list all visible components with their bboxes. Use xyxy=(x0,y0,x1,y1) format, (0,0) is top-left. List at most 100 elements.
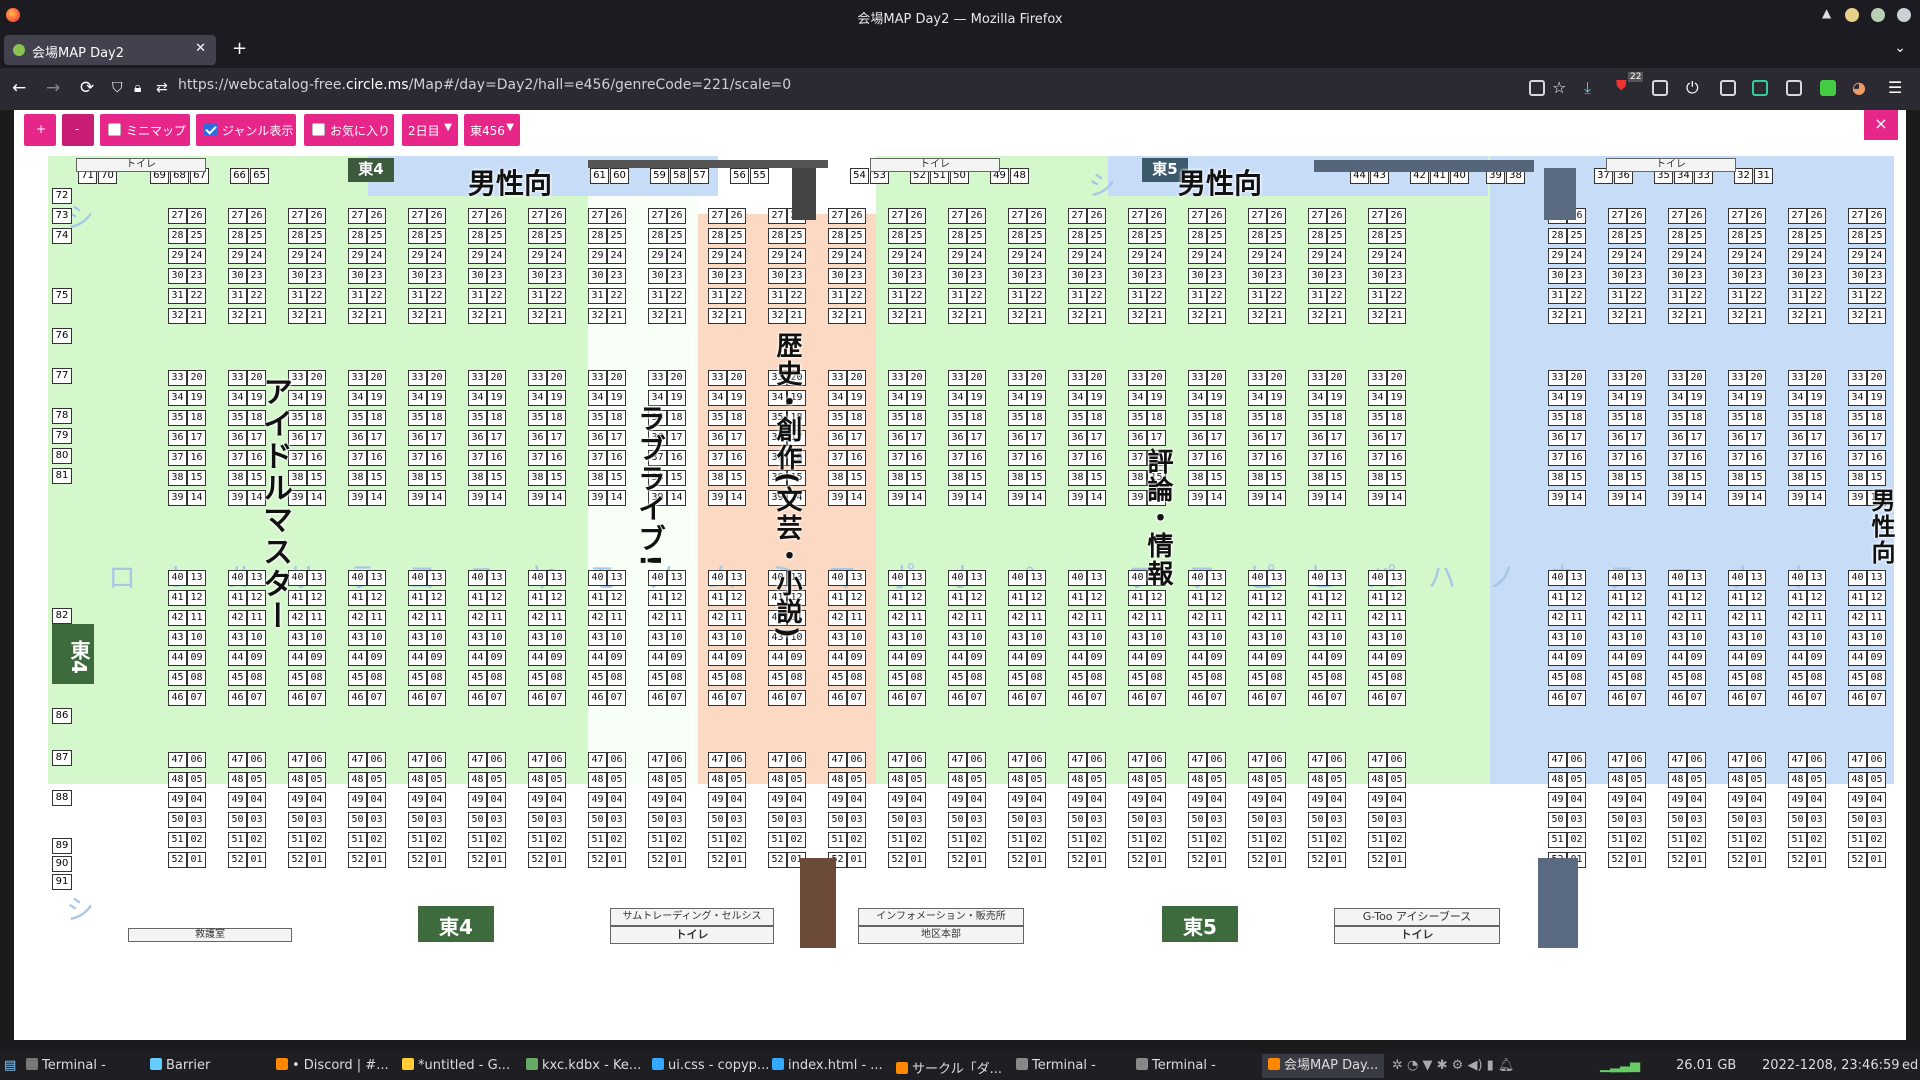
circle-space[interactable]: 06 xyxy=(967,752,986,768)
new-tab-button[interactable]: + xyxy=(232,38,247,59)
circle-space[interactable]: 29 xyxy=(1128,248,1147,264)
reload-button[interactable]: ⟳ xyxy=(80,78,94,98)
circle-space[interactable]: 48 xyxy=(1728,772,1747,788)
circle-space[interactable]: 20 xyxy=(1147,370,1166,386)
circle-space[interactable]: 42 xyxy=(348,610,367,626)
circle-space[interactable]: 09 xyxy=(1807,650,1826,666)
circle-space[interactable]: 40 xyxy=(648,570,667,586)
circle-space[interactable]: 43 xyxy=(408,630,427,646)
circle-space[interactable]: 08 xyxy=(847,670,866,686)
circle-space[interactable]: 30 xyxy=(1548,268,1567,284)
circle-space[interactable]: 21 xyxy=(607,308,626,324)
circle-space[interactable]: 03 xyxy=(427,812,446,828)
circle-space[interactable]: 45 xyxy=(348,670,367,686)
circle-space[interactable]: 12 xyxy=(607,590,626,606)
circle-space[interactable]: 22 xyxy=(607,288,626,304)
circle-space[interactable]: 45 xyxy=(468,670,487,686)
circle-space[interactable]: 11 xyxy=(1627,610,1646,626)
circle-space[interactable]: 47 xyxy=(708,752,727,768)
circle-space[interactable]: 18 xyxy=(1687,410,1706,426)
circle-space[interactable]: 34 xyxy=(588,390,607,406)
circle-space[interactable]: 38 xyxy=(1788,470,1807,486)
circle-space[interactable]: 33 xyxy=(1008,370,1027,386)
circle-space[interactable]: 36 xyxy=(1548,430,1567,446)
circle-space[interactable]: 31 xyxy=(168,288,187,304)
circle-space[interactable]: 45 xyxy=(828,670,847,686)
circle-space[interactable]: 19 xyxy=(1747,390,1766,406)
circle-space[interactable]: 15 xyxy=(487,470,506,486)
circle-space[interactable]: 01 xyxy=(1267,852,1286,868)
circle-space[interactable]: 27 xyxy=(1368,208,1387,224)
circle-space[interactable]: 44 xyxy=(1008,650,1027,666)
circle-space[interactable]: 35 xyxy=(1368,410,1387,426)
circle-space[interactable]: 36 xyxy=(1608,430,1627,446)
extensions-icon[interactable] xyxy=(1652,80,1668,96)
back-button[interactable]: ← xyxy=(12,78,26,98)
circle-space[interactable]: 45 xyxy=(1188,670,1207,686)
circle-space[interactable]: 44 xyxy=(228,650,247,666)
circle-space[interactable]: 42 xyxy=(588,610,607,626)
circle-space[interactable]: 09 xyxy=(607,650,626,666)
circle-space[interactable]: 20 xyxy=(1027,370,1046,386)
ublock-icon[interactable]: ⛊ xyxy=(1616,78,1627,94)
circle-space[interactable]: 49 xyxy=(648,792,667,808)
circle-space[interactable]: 02 xyxy=(727,832,746,848)
circle-space[interactable]: 38 xyxy=(828,470,847,486)
circle-space[interactable]: 29 xyxy=(1188,248,1207,264)
circle-space[interactable]: 07 xyxy=(1567,690,1586,706)
circle-space[interactable]: 40 xyxy=(1848,570,1867,586)
circle-space[interactable]: 43 xyxy=(1248,630,1267,646)
circle-space[interactable]: 18 xyxy=(1147,410,1166,426)
circle-space[interactable]: 29 xyxy=(1848,248,1867,264)
circle-space[interactable]: 33 xyxy=(1248,370,1267,386)
circle-space[interactable]: 06 xyxy=(1387,752,1406,768)
circle-space[interactable]: 08 xyxy=(787,670,806,686)
circle-space[interactable]: 48 xyxy=(1248,772,1267,788)
circle-space[interactable]: 21 xyxy=(247,308,266,324)
circle-space[interactable]: 44 xyxy=(1128,650,1147,666)
circle-space[interactable]: 03 xyxy=(667,812,686,828)
circle-space[interactable]: 08 xyxy=(1807,670,1826,686)
circle-space[interactable]: 15 xyxy=(907,470,926,486)
circle-space[interactable]: 08 xyxy=(1567,670,1586,686)
circle-space[interactable]: 02 xyxy=(427,832,446,848)
circle-space[interactable]: 15 xyxy=(547,470,566,486)
circle-space[interactable]: 35 xyxy=(828,410,847,426)
circle-space[interactable]: 40 xyxy=(1368,570,1387,586)
circle-space[interactable]: 37 xyxy=(468,450,487,466)
circle-space[interactable]: 46 xyxy=(1128,690,1147,706)
circle-space[interactable]: 22 xyxy=(307,288,326,304)
circle-space[interactable]: 31 xyxy=(528,288,547,304)
circle-space[interactable]: 06 xyxy=(1627,752,1646,768)
circle-space[interactable]: 44 xyxy=(1248,650,1267,666)
circle-space[interactable]: 42 xyxy=(888,610,907,626)
circle-space[interactable]: 36 xyxy=(1788,430,1807,446)
circle-space[interactable]: 22 xyxy=(1747,288,1766,304)
circle-space[interactable]: 03 xyxy=(1387,812,1406,828)
circle-space[interactable]: 04 xyxy=(1807,792,1826,808)
circle-space[interactable]: 42 xyxy=(1068,610,1087,626)
circle-space[interactable]: 32 xyxy=(948,308,967,324)
circle-space[interactable]: 46 xyxy=(528,690,547,706)
circle-space[interactable]: 13 xyxy=(427,570,446,586)
circle-space[interactable]: 01 xyxy=(1387,852,1406,868)
circle-space[interactable]: 08 xyxy=(487,670,506,686)
circle-space[interactable]: 35 xyxy=(948,410,967,426)
circle-space[interactable]: 31 xyxy=(348,288,367,304)
circle-space[interactable]: 10 xyxy=(1387,630,1406,646)
circle-space[interactable]: 07 xyxy=(367,690,386,706)
circle-space[interactable]: 09 xyxy=(247,650,266,666)
circle-space[interactable]: 40 xyxy=(1728,570,1747,586)
circle-space[interactable]: 35 xyxy=(168,410,187,426)
circle-space[interactable]: 30 xyxy=(768,268,787,284)
circle-space[interactable]: 17 xyxy=(727,430,746,446)
circle-space[interactable]: 39 xyxy=(1788,490,1807,506)
circle-space[interactable]: 52 xyxy=(1788,852,1807,868)
circle-space[interactable]: 49 xyxy=(1728,792,1747,808)
circle-space[interactable]: 07 xyxy=(487,690,506,706)
circle-space[interactable]: 36 xyxy=(408,430,427,446)
circle-space[interactable]: 21 xyxy=(1627,308,1646,324)
circle-space[interactable]: 06 xyxy=(307,752,326,768)
circle-space[interactable]: 27 xyxy=(168,208,187,224)
circle-space[interactable]: 11 xyxy=(847,610,866,626)
